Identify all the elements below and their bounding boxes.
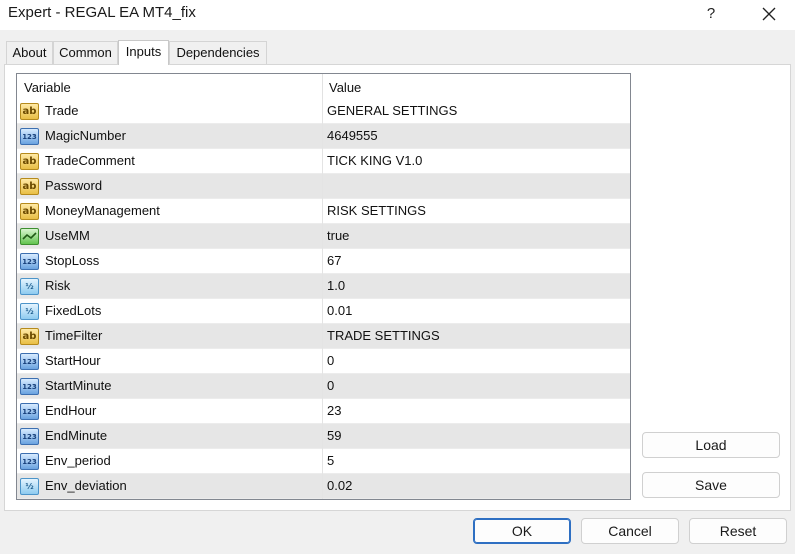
table-row[interactable]: 123 StartMinute 0 [17,374,630,399]
tab-about[interactable]: About [6,41,53,64]
value-cell[interactable]: 1.0 [327,274,345,298]
boolean-type-icon [20,228,39,245]
value-cell[interactable]: true [327,224,349,248]
close-button[interactable] [752,0,786,28]
integer-type-icon: 123 [20,453,39,470]
variable-cell: Env_deviation [45,478,127,493]
column-divider [322,424,323,449]
table-row[interactable]: ½ FixedLots 0.01 [17,299,630,324]
help-button[interactable]: ? [696,0,726,28]
tab-common[interactable]: Common [53,41,118,64]
variable-cell: TimeFilter [45,328,103,343]
table-row[interactable]: ab Trade GENERAL SETTINGS [17,99,630,124]
tab-inputs[interactable]: Inputs [118,40,169,65]
variable-cell: StartHour [45,353,101,368]
column-divider [322,324,323,349]
value-cell[interactable]: TRADE SETTINGS [327,324,440,348]
inputs-table[interactable]: Variable Value ab Trade GENERAL SETTINGS 12… [16,73,631,500]
column-divider [322,374,323,399]
value-cell[interactable]: RISK SETTINGS [327,199,426,223]
table-row[interactable]: 123 EndHour 23 [17,399,630,424]
close-icon [762,7,776,21]
double-type-icon: ½ [20,303,39,320]
double-type-icon: ½ [20,478,39,495]
variable-cell: StartMinute [45,378,112,393]
value-cell[interactable]: 67 [327,249,341,273]
value-cell[interactable]: 4649555 [327,124,378,148]
save-button[interactable]: Save [642,472,780,498]
column-divider [322,199,323,224]
table-row[interactable]: ab MoneyManagement RISK SETTINGS [17,199,630,224]
column-divider [322,124,323,149]
double-type-icon: ½ [20,278,39,295]
integer-type-icon: 123 [20,353,39,370]
value-cell[interactable]: 0.01 [327,299,352,323]
column-header-value[interactable]: Value [329,74,361,99]
column-divider [322,349,323,374]
window-title: Expert - REGAL EA MT4_fix [8,4,196,21]
header-divider[interactable] [322,74,323,99]
column-divider [322,449,323,474]
variable-cell: EndHour [45,403,97,418]
column-divider [322,149,323,174]
variable-cell: StopLoss [45,253,100,268]
table-row[interactable]: UseMM true [17,224,630,249]
column-divider [322,249,323,274]
value-cell[interactable]: 0 [327,374,334,398]
variable-cell: Trade [45,103,79,118]
column-header-variable[interactable]: Variable [24,74,71,99]
column-divider [322,399,323,424]
variable-cell: Password [45,178,103,193]
variable-cell: MagicNumber [45,128,126,143]
table-row[interactable]: ab TradeComment TICK KING V1.0 [17,149,630,174]
integer-type-icon: 123 [20,428,39,445]
string-type-icon: ab [20,178,39,195]
table-row[interactable]: 123 Env_period 5 [17,449,630,474]
column-divider [322,474,323,499]
value-cell[interactable]: TICK KING V1.0 [327,149,422,173]
variable-cell: TradeComment [45,153,135,168]
integer-type-icon: 123 [20,378,39,395]
string-type-icon: ab [20,203,39,220]
column-divider [322,174,323,199]
value-cell[interactable]: 5 [327,449,334,473]
load-button[interactable]: Load [642,432,780,458]
table-row[interactable]: 123 StopLoss 67 [17,249,630,274]
variable-cell: Env_period [45,453,111,468]
integer-type-icon: 123 [20,128,39,145]
value-cell[interactable]: 59 [327,424,341,448]
value-cell[interactable]: 23 [327,399,341,423]
ok-button[interactable]: OK [473,518,571,544]
table-row[interactable]: 123 StartHour 0 [17,349,630,374]
table-row[interactable]: ab TimeFilter TRADE SETTINGS [17,324,630,349]
value-cell[interactable]: GENERAL SETTINGS [327,99,457,123]
value-cell[interactable]: 0.02 [327,474,352,498]
column-divider [322,99,323,124]
value-cell[interactable]: 0 [327,349,334,373]
integer-type-icon: 123 [20,403,39,420]
variable-cell: UseMM [45,228,90,243]
table-row[interactable]: ½ Env_deviation 0.02 [17,474,630,499]
variable-cell: EndMinute [45,428,108,443]
reset-button[interactable]: Reset [689,518,787,544]
tab-dependencies[interactable]: Dependencies [169,41,267,64]
column-divider [322,299,323,324]
table-row[interactable]: ½ Risk 1.0 [17,274,630,299]
table-row[interactable]: ab Password [17,174,630,199]
variable-cell: Risk [45,278,71,293]
variable-cell: MoneyManagement [45,203,160,218]
column-divider [322,274,323,299]
integer-type-icon: 123 [20,253,39,270]
table-row[interactable]: 123 MagicNumber 4649555 [17,124,630,149]
string-type-icon: ab [20,328,39,345]
column-divider [322,224,323,249]
table-row[interactable]: 123 EndMinute 59 [17,424,630,449]
cancel-button[interactable]: Cancel [581,518,679,544]
variable-cell: FixedLots [45,303,102,318]
string-type-icon: ab [20,103,39,120]
table-header: Variable Value [17,74,630,99]
string-type-icon: ab [20,153,39,170]
